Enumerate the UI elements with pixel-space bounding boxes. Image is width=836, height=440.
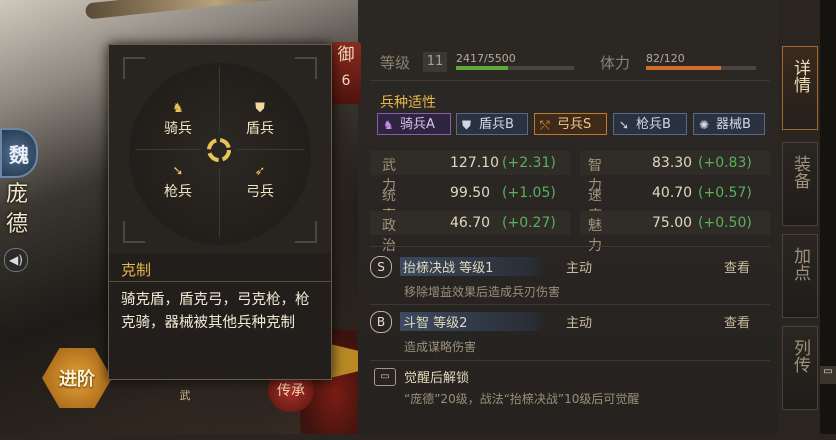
aptitude-label: 器械B — [716, 117, 751, 132]
skill-description: 移除增益效果后造成兵刃伤害 — [404, 285, 561, 299]
bow-icon: ➶ — [254, 164, 266, 179]
stat-name: 政治 — [382, 218, 406, 254]
stat-bonus: (+1.05) — [502, 185, 556, 201]
tab-label: 装备 — [790, 155, 810, 189]
cavalry-unit: ♞ 骑兵 — [153, 100, 203, 138]
skill-row[interactable]: S 抬榇决战 等级1 主动 查看 — [370, 256, 770, 280]
skill-grade: S — [370, 256, 392, 278]
tab-label: 列传 — [790, 339, 810, 373]
awaken-title: 觉醒后解锁 — [404, 371, 470, 386]
skill-row[interactable]: B 斗智 等级2 主动 查看 — [370, 311, 770, 335]
stat-value: 46.70 — [450, 215, 491, 231]
bow-unit: ➶ 弓兵 — [235, 163, 285, 201]
aptitude-bow[interactable]: ⤲ 弓兵S — [534, 113, 607, 135]
corner-ornament — [295, 57, 317, 79]
stat-value: 75.00 — [652, 215, 693, 231]
tab-label: 加点 — [790, 247, 810, 281]
divider — [370, 304, 770, 305]
stamina-text: 82/120 — [646, 52, 685, 65]
skill-view-button[interactable]: 查看 — [724, 312, 750, 331]
aptitude-title: 兵种适性 — [380, 95, 436, 111]
shield-unit: ⛊ 盾兵 — [235, 100, 285, 138]
tab-bonus[interactable]: 加点 — [782, 234, 818, 318]
exp-bar-fill — [456, 66, 508, 70]
exp-text: 2417/5500 — [456, 52, 516, 65]
stamina-bar — [646, 66, 756, 70]
counter-popup: ♞ 骑兵 ⛊ 盾兵 ➘ 枪兵 ➶ 弓兵 克制 骑克盾，盾克弓，弓克枪，枪克骑，器… — [108, 44, 332, 380]
counter-description: 骑克盾，盾克弓，弓克枪，枪克骑，器械被其他兵种克制 — [121, 292, 310, 331]
bow-icon: ⤲ — [540, 118, 550, 132]
cavalry-label: 骑兵 — [164, 121, 192, 137]
stat-bonus: (+0.50) — [698, 215, 752, 231]
corner-ornament — [295, 221, 317, 243]
defense-label: 御 — [337, 45, 355, 65]
stat-value: 127.10 — [450, 155, 499, 171]
faction-badge: 魏 — [0, 128, 38, 178]
stat-bonus: (+0.83) — [698, 155, 752, 171]
divider — [370, 360, 770, 361]
counter-title: 克制 — [121, 261, 152, 279]
aptitude-label: 枪兵B — [636, 117, 671, 132]
counter-wheel-panel: ♞ 骑兵 ⛊ 盾兵 ➘ 枪兵 ➶ 弓兵 — [109, 45, 331, 253]
awaken-description: “庞德”20级，战法“抬榇决战”10级后可觉醒 — [404, 392, 640, 406]
divider — [370, 80, 770, 81]
cycle-icon — [201, 132, 237, 168]
aptitude-label: 骑兵A — [400, 117, 435, 132]
stamina-bar-fill — [646, 66, 722, 70]
tab-biography[interactable]: 列传 — [782, 326, 818, 410]
skill-description: 造成谋略伤害 — [404, 340, 477, 354]
wu-tag: 武 — [179, 389, 191, 402]
aptitude-label: 弓兵S — [557, 117, 592, 132]
divider — [370, 246, 770, 247]
tab-label: 详情 — [790, 59, 810, 93]
shield-label: 盾兵 — [246, 121, 274, 137]
aptitude-siege[interactable]: ✺ 器械B — [693, 113, 765, 135]
aptitude-shield[interactable]: ⛊ 盾兵B — [456, 113, 528, 135]
tab-detail[interactable]: 详情 — [782, 46, 818, 130]
aptitude-label: 盾兵B — [479, 117, 514, 132]
shield-icon: ⛊ — [462, 118, 472, 132]
aptitude-spear[interactable]: ➘ 枪兵B — [613, 113, 687, 135]
lock-icon: ▭ — [374, 368, 396, 386]
corner-ornament — [123, 221, 145, 243]
level-value: 11 — [423, 52, 447, 72]
stat-bonus: (+0.57) — [698, 185, 752, 201]
stat-value: 40.70 — [652, 185, 693, 201]
defense-value: 6 — [341, 73, 351, 89]
stat-bonus: (+0.27) — [502, 215, 556, 231]
siege-icon: ✺ — [699, 118, 710, 132]
stat-value: 83.30 — [652, 155, 693, 171]
corner-ornament — [123, 57, 145, 79]
horse-icon: ♞ — [383, 118, 394, 132]
stat-name: 魅力 — [588, 218, 612, 254]
shield-icon: ⛊ — [255, 101, 265, 116]
skill-type: 主动 — [566, 316, 593, 331]
speaker-icon[interactable]: ◀) — [4, 248, 28, 272]
spear-unit: ➘ 枪兵 — [153, 163, 203, 201]
chat-icon[interactable]: ▭ — [820, 366, 836, 384]
aptitude-cavalry[interactable]: ♞ 骑兵A — [377, 113, 451, 135]
exp-bar — [456, 66, 574, 70]
hero-name: 庞德 — [5, 182, 28, 237]
tab-equip[interactable]: 装备 — [782, 142, 818, 226]
stat-value: 99.50 — [450, 185, 491, 201]
divider — [109, 281, 331, 282]
stat-bonus: (+2.31) — [502, 155, 556, 171]
spear-icon: ➘ — [619, 118, 630, 132]
horse-icon: ♞ — [172, 101, 184, 116]
spear-icon: ➘ — [172, 164, 184, 179]
skill-name: 斗智 等级2 — [403, 316, 468, 331]
stamina-label: 体力 — [600, 54, 631, 72]
spear-label: 枪兵 — [164, 184, 192, 200]
skill-type: 主动 — [566, 261, 593, 276]
skill-view-button[interactable]: 查看 — [724, 257, 750, 276]
skill-grade: B — [370, 311, 392, 333]
skill-name: 抬榇决战 等级1 — [403, 261, 494, 276]
defense-badge: 御 6 — [331, 42, 361, 104]
bow-label: 弓兵 — [246, 184, 274, 200]
level-label: 等级 — [380, 54, 411, 72]
